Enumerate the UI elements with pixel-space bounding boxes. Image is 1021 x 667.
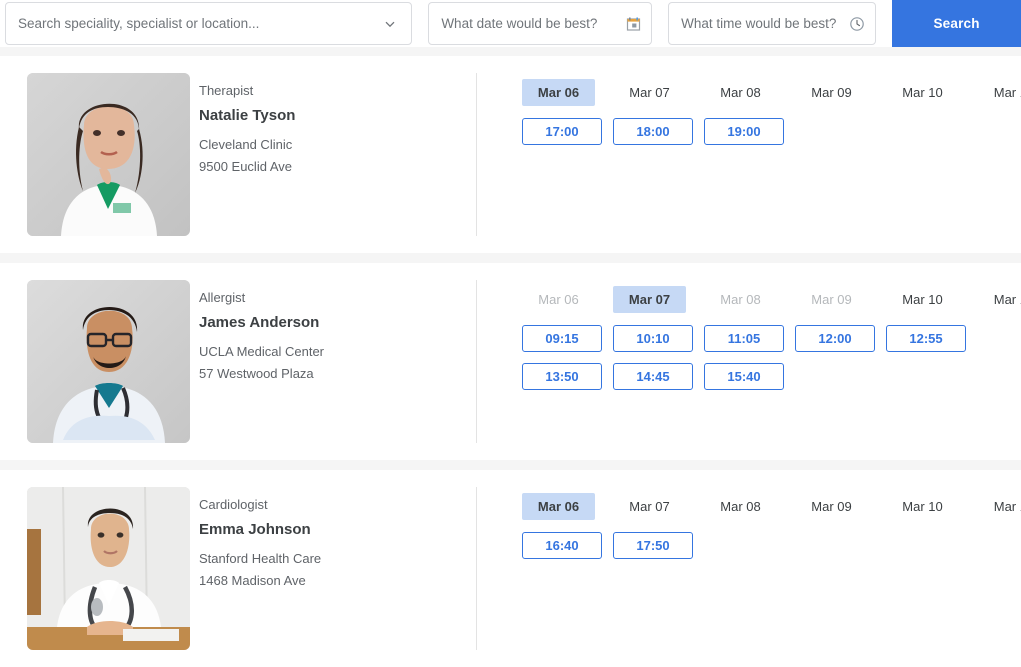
- date-tab[interactable]: Mar 11: [977, 286, 1021, 313]
- time-slot-button[interactable]: 13:50: [522, 363, 602, 390]
- time-slot-button[interactable]: 14:45: [613, 363, 693, 390]
- doctor-photo-column: [0, 73, 199, 236]
- date-tab[interactable]: Mar 07: [613, 493, 686, 520]
- doctor-address: 57 Westwood Plaza: [199, 366, 314, 381]
- schedule: Mar 06 Mar 07 Mar 08 Mar 09 Mar 10 Mar 11 16:4…: [477, 487, 1021, 650]
- time-slot-button[interactable]: 17:50: [613, 532, 693, 559]
- search-button[interactable]: Search: [892, 0, 1021, 47]
- date-tab[interactable]: Mar 10: [886, 493, 959, 520]
- date-tab[interactable]: Mar 09: [795, 79, 868, 106]
- date-tabs: Mar 06 Mar 07 Mar 08 Mar 09 Mar 10 Mar 11: [522, 286, 1021, 313]
- time-slot-button[interactable]: 16:40: [522, 532, 602, 559]
- doctor-speciality: Therapist: [199, 83, 254, 98]
- date-tabs: Mar 06 Mar 07 Mar 08 Mar 09 Mar 10 Mar 11: [522, 493, 1021, 520]
- date-tab[interactable]: Mar 06: [522, 493, 595, 520]
- date-tab[interactable]: Mar 08: [704, 79, 777, 106]
- time-slot-button[interactable]: 18:00: [613, 118, 693, 145]
- doctor-name: Natalie Tyson: [199, 107, 296, 124]
- doctor-photo: [27, 73, 190, 236]
- date-tab[interactable]: Mar 10: [886, 286, 959, 313]
- date-input[interactable]: [429, 3, 652, 44]
- time-input[interactable]: [669, 3, 876, 44]
- doctor-photo-column: [0, 280, 199, 443]
- doctor-card: Cardiologist Emma Johnson Stanford Health …: [0, 470, 1021, 667]
- doctor-address: 1468 Madison Ave: [199, 573, 306, 588]
- schedule: Mar 06 Mar 07 Mar 08 Mar 09 Mar 10 Mar 11 17:0…: [477, 73, 1021, 236]
- date-field[interactable]: [428, 2, 653, 45]
- doctor-clinic: Stanford Health Care: [199, 551, 322, 566]
- schedule: Mar 06 Mar 07 Mar 08 Mar 09 Mar 10 Mar 11 09:1…: [477, 280, 1021, 443]
- time-slot-button[interactable]: 10:10: [613, 325, 693, 352]
- time-slots: 17:00 18:00 19:00: [522, 118, 1021, 156]
- doctor-info: Allergist James Anderson UCLA Medical Cent…: [199, 280, 477, 443]
- date-tab: Mar 09: [811, 292, 852, 307]
- doctor-clinic: UCLA Medical Center: [199, 344, 324, 359]
- doctor-info: Cardiologist Emma Johnson Stanford Health …: [199, 487, 477, 650]
- doctor-card: Therapist Natalie Tyson Cleveland Clinic 95…: [0, 56, 1021, 253]
- date-tab[interactable]: Mar 11: [977, 79, 1021, 106]
- time-field[interactable]: [668, 2, 877, 45]
- speciality-field[interactable]: [5, 2, 413, 45]
- speciality-input[interactable]: [6, 3, 412, 44]
- time-slot-button[interactable]: 19:00: [704, 118, 784, 145]
- date-tab[interactable]: Mar 06: [522, 79, 595, 106]
- doctor-info: Therapist Natalie Tyson Cleveland Clinic 95…: [199, 73, 477, 236]
- time-slot-button[interactable]: 12:00: [795, 325, 875, 352]
- time-slot-button[interactable]: 17:00: [522, 118, 602, 145]
- date-tab[interactable]: Mar 11: [977, 493, 1021, 520]
- doctor-photo: [27, 487, 190, 650]
- results-list: Therapist Natalie Tyson Cleveland Clinic 95…: [0, 47, 1021, 667]
- doctor-name: James Anderson: [199, 314, 320, 331]
- doctor-photo: [27, 280, 190, 443]
- clock-icon[interactable]: [849, 16, 865, 32]
- date-tab: Mar 08: [720, 292, 761, 307]
- search-bar: Search: [0, 0, 1021, 47]
- time-slot-button[interactable]: 09:15: [522, 325, 602, 352]
- time-slots: 16:40 17:50: [522, 532, 1021, 570]
- date-tab[interactable]: Mar 10: [886, 79, 959, 106]
- chevron-down-icon[interactable]: [383, 17, 397, 31]
- date-tabs: Mar 06 Mar 07 Mar 08 Mar 09 Mar 10 Mar 11: [522, 79, 1021, 106]
- doctor-speciality: Cardiologist: [199, 497, 268, 512]
- doctor-photo-column: [0, 487, 199, 650]
- date-tab[interactable]: Mar 08: [704, 493, 777, 520]
- time-slot-button[interactable]: 12:55: [886, 325, 966, 352]
- doctor-speciality: Allergist: [199, 290, 246, 305]
- date-tab[interactable]: Mar 07: [613, 286, 686, 313]
- time-slot-button[interactable]: 11:05: [704, 325, 784, 352]
- doctor-address: 9500 Euclid Ave: [199, 159, 292, 174]
- doctor-card: Allergist James Anderson UCLA Medical Cent…: [0, 263, 1021, 460]
- date-tab[interactable]: Mar 09: [795, 493, 868, 520]
- time-slots: 09:15 10:10 11:05 12:00 12:55 13:50 14:45 15:40: [522, 325, 1021, 401]
- time-slot-button[interactable]: 15:40: [704, 363, 784, 390]
- calendar-icon[interactable]: [626, 16, 641, 31]
- date-tab: Mar 06: [538, 292, 579, 307]
- doctor-name: Emma Johnson: [199, 521, 311, 538]
- doctor-clinic: Cleveland Clinic: [199, 137, 293, 152]
- date-tab[interactable]: Mar 07: [613, 79, 686, 106]
